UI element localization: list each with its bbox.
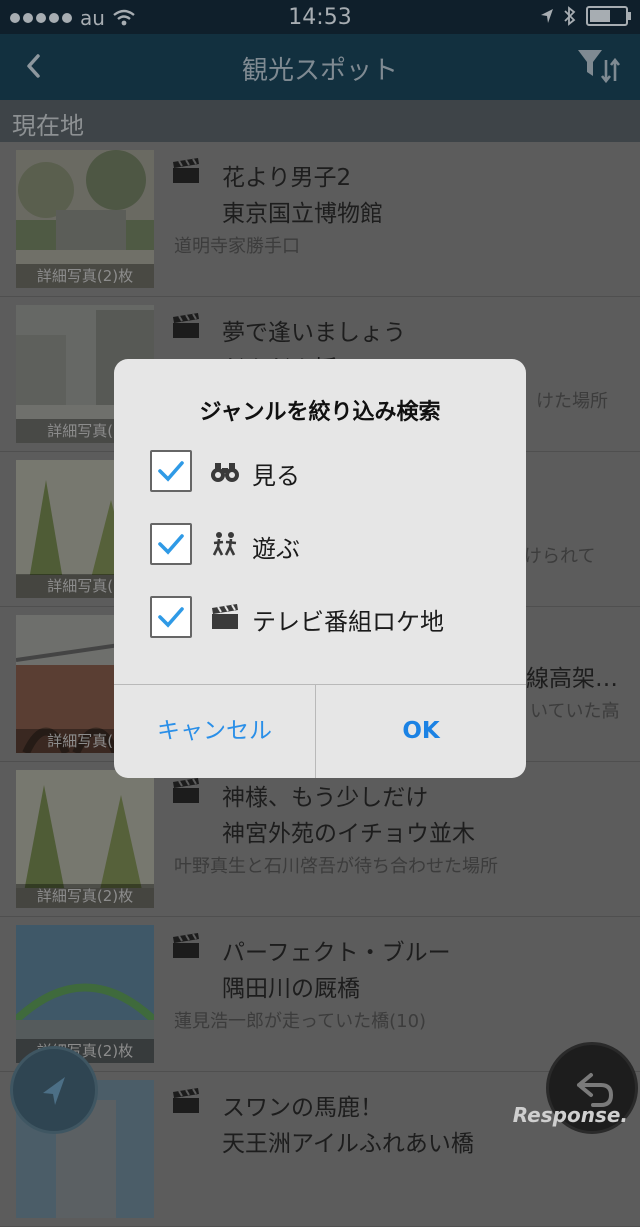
checkbox-tv-location[interactable] — [150, 596, 192, 638]
status-bar: au 14:53 — [0, 0, 640, 34]
option-see[interactable]: 見る — [150, 450, 510, 494]
list-item[interactable]: 詳細写真(2)枚 パーフェクト・ブルー 隅田川の厩橋 蓮見浩一郎が走っていた橋(… — [0, 917, 640, 1072]
navigation-arrow-icon — [43, 1077, 65, 1105]
section-header: 現在地 — [0, 100, 640, 142]
checkmark-icon — [158, 461, 184, 482]
checkmark-icon — [158, 607, 184, 628]
location-arrow-icon — [541, 9, 553, 23]
program-title: 神様、もう少しだけ — [222, 785, 429, 811]
checkmark-icon — [158, 534, 184, 555]
bluetooth-icon — [564, 6, 576, 26]
checkbox-play[interactable] — [150, 523, 192, 565]
program-title: 花より男子2 — [222, 165, 352, 191]
binoculars-icon — [211, 463, 239, 482]
spot-name: 線高架… — [526, 666, 618, 692]
people-running-icon — [212, 532, 237, 556]
dialog-title: ジャンルを絞り込み検索 — [199, 400, 441, 425]
spot-description: いていた高 — [530, 701, 620, 722]
program-title: パーフェクト・ブルー — [222, 940, 451, 966]
watermark-logo: Response. — [512, 1103, 628, 1127]
clapperboard-icon — [173, 158, 199, 183]
spot-description: けられて — [524, 546, 596, 567]
clapperboard-icon — [173, 933, 199, 958]
option-label: テレビ番組ロケ地 — [252, 608, 444, 636]
battery-icon — [586, 6, 631, 26]
clapperboard-icon — [173, 313, 199, 338]
clapperboard-icon — [212, 604, 238, 629]
option-label: 見る — [252, 462, 300, 490]
program-title: スワンの馬鹿！ — [222, 1095, 383, 1121]
clapperboard-icon — [173, 778, 199, 803]
current-location-button[interactable] — [10, 1046, 98, 1134]
spot-description: けた場所 — [536, 391, 608, 412]
checkbox-see[interactable] — [150, 450, 192, 492]
list-item[interactable]: 詳細写真(2)枚 花より男子2 東京国立博物館 道明寺家勝手口 — [0, 142, 640, 297]
thumbnail: 詳細写真(2)枚 — [16, 150, 154, 288]
spot-description: 道明寺家勝手口 — [174, 236, 300, 257]
option-label: 遊ぶ — [252, 535, 300, 563]
nav-bar: 観光スポット — [0, 34, 640, 100]
genre-filter-dialog: ジャンルを絞り込み検索 見る 遊ぶ テレビ番組ロケ地 キャンセル OK — [114, 359, 526, 778]
ok-button[interactable]: OK — [316, 685, 526, 778]
spot-description: 叶野真生と石川啓吾が待ち合わせた場所 — [174, 856, 498, 877]
option-play[interactable]: 遊ぶ — [150, 523, 510, 567]
list-item[interactable]: 詳細写真(2)枚 神様、もう少しだけ 神宮外苑のイチョウ並木 叶野真生と石川啓吾… — [0, 762, 640, 917]
clapperboard-icon — [173, 1088, 199, 1113]
program-title: 夢で逢いましょう — [222, 320, 406, 346]
spot-name: 天王洲アイルふれあい橋 — [222, 1131, 474, 1157]
spot-name: 隅田川の厩橋 — [222, 976, 360, 1002]
photo-count: 詳細写真(2)枚 — [16, 264, 154, 288]
option-tv-location[interactable]: テレビ番組ロケ地 — [150, 596, 510, 640]
spot-name: 神宮外苑のイチョウ並木 — [222, 821, 475, 847]
page-title: 観光スポット — [241, 56, 398, 86]
thumbnail: 詳細写真(2)枚 — [16, 770, 154, 908]
thumbnail: 詳細写真(2)枚 — [16, 925, 154, 1063]
spot-name: 東京国立博物館 — [222, 201, 383, 227]
section-label: 現在地 — [12, 112, 84, 140]
photo-count: 詳細写真(2)枚 — [16, 884, 154, 908]
cancel-button[interactable]: キャンセル — [114, 685, 315, 778]
filter-sort-icon[interactable] — [576, 46, 622, 86]
spot-description: 蓮見浩一郎が走っていた橋(10) — [174, 1011, 427, 1032]
